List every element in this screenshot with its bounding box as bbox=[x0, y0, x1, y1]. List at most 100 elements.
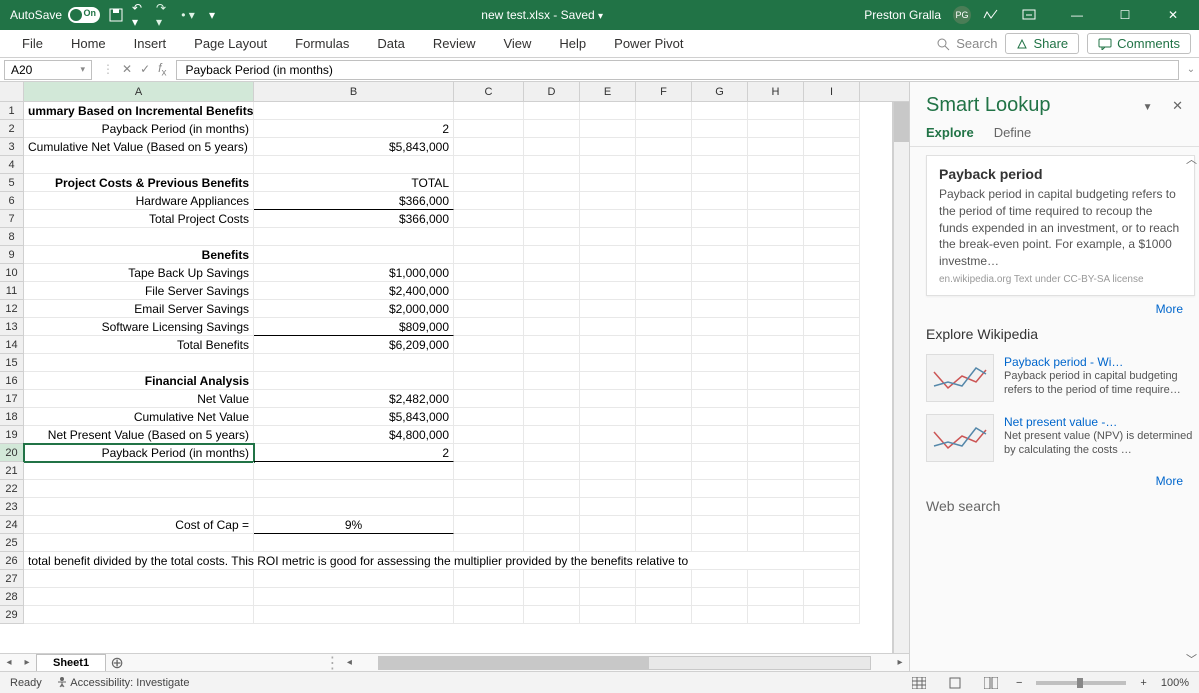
cell[interactable] bbox=[748, 516, 804, 534]
cell[interactable] bbox=[748, 300, 804, 318]
cell[interactable] bbox=[580, 336, 636, 354]
page-layout-view-icon[interactable] bbox=[944, 675, 966, 691]
cell[interactable]: Total Benefits bbox=[24, 336, 254, 354]
pane-scroll-up[interactable]: ︿ bbox=[1186, 151, 1197, 167]
cell[interactable] bbox=[524, 156, 580, 174]
cell[interactable] bbox=[524, 588, 580, 606]
column-header[interactable]: I bbox=[804, 82, 860, 101]
row-header[interactable]: 9 bbox=[0, 246, 24, 264]
cell[interactable] bbox=[804, 570, 860, 588]
sheet-nav-next[interactable]: ▸ bbox=[18, 654, 36, 671]
wiki-link[interactable]: Net present value -… bbox=[1004, 415, 1117, 429]
row-header[interactable]: 18 bbox=[0, 408, 24, 426]
cell[interactable] bbox=[24, 156, 254, 174]
row-header[interactable]: 23 bbox=[0, 498, 24, 516]
cell[interactable] bbox=[692, 390, 748, 408]
cell[interactable]: $2,400,000 bbox=[254, 282, 454, 300]
cell[interactable] bbox=[524, 246, 580, 264]
cell[interactable] bbox=[524, 426, 580, 444]
cell[interactable] bbox=[748, 534, 804, 552]
wiki-link[interactable]: Payback period - Wi… bbox=[1004, 355, 1123, 369]
cell[interactable] bbox=[804, 588, 860, 606]
cell[interactable] bbox=[580, 498, 636, 516]
cell[interactable] bbox=[454, 444, 524, 462]
cell[interactable]: $809,000 bbox=[254, 318, 454, 336]
cell[interactable] bbox=[454, 372, 524, 390]
cell[interactable] bbox=[524, 102, 580, 120]
cell[interactable] bbox=[254, 570, 454, 588]
zoom-in-button[interactable]: + bbox=[1140, 677, 1146, 689]
cell[interactable] bbox=[254, 228, 454, 246]
tab-insert[interactable]: Insert bbox=[120, 30, 181, 57]
cell[interactable] bbox=[636, 246, 692, 264]
row-header[interactable]: 7 bbox=[0, 210, 24, 228]
cell[interactable] bbox=[636, 606, 692, 624]
cell[interactable] bbox=[692, 156, 748, 174]
cell[interactable] bbox=[580, 138, 636, 156]
cell[interactable] bbox=[804, 462, 860, 480]
cell[interactable] bbox=[580, 192, 636, 210]
cell[interactable] bbox=[454, 408, 524, 426]
cell[interactable] bbox=[748, 210, 804, 228]
cell[interactable] bbox=[636, 318, 692, 336]
cell[interactable] bbox=[636, 210, 692, 228]
page-break-view-icon[interactable] bbox=[980, 675, 1002, 691]
cell[interactable]: File Server Savings bbox=[24, 282, 254, 300]
cell[interactable] bbox=[636, 426, 692, 444]
cell[interactable] bbox=[748, 246, 804, 264]
row-header[interactable]: 11 bbox=[0, 282, 24, 300]
cell[interactable] bbox=[580, 318, 636, 336]
search-box[interactable]: Search bbox=[936, 36, 997, 51]
tab-formulas[interactable]: Formulas bbox=[281, 30, 363, 57]
cell[interactable]: Total Project Costs bbox=[24, 210, 254, 228]
row-header[interactable]: 29 bbox=[0, 606, 24, 624]
column-header[interactable]: H bbox=[748, 82, 804, 101]
cell[interactable] bbox=[636, 408, 692, 426]
cell[interactable] bbox=[580, 570, 636, 588]
cell[interactable] bbox=[804, 300, 860, 318]
cell[interactable] bbox=[692, 300, 748, 318]
cell[interactable] bbox=[804, 228, 860, 246]
cell[interactable] bbox=[636, 102, 692, 120]
cell[interactable] bbox=[580, 210, 636, 228]
close-button[interactable]: ✕ bbox=[1155, 0, 1191, 30]
cell[interactable]: $366,000 bbox=[254, 210, 454, 228]
cell[interactable] bbox=[748, 498, 804, 516]
accessibility-status[interactable]: Accessibility: Investigate bbox=[56, 676, 190, 689]
cell[interactable] bbox=[636, 192, 692, 210]
formula-input[interactable]: Payback Period (in months) bbox=[176, 60, 1179, 80]
cell[interactable] bbox=[524, 498, 580, 516]
cell[interactable] bbox=[454, 156, 524, 174]
cell[interactable] bbox=[580, 156, 636, 174]
row-header[interactable]: 24 bbox=[0, 516, 24, 534]
cell[interactable]: Software Licensing Savings bbox=[24, 318, 254, 336]
cell[interactable]: Hardware Appliances bbox=[24, 192, 254, 210]
cell[interactable] bbox=[580, 372, 636, 390]
cell[interactable] bbox=[524, 138, 580, 156]
cell[interactable] bbox=[636, 138, 692, 156]
cell[interactable] bbox=[692, 372, 748, 390]
cell[interactable] bbox=[454, 516, 524, 534]
cell[interactable] bbox=[580, 390, 636, 408]
ribbon-display-icon[interactable] bbox=[1011, 0, 1047, 30]
row-header[interactable]: 1 bbox=[0, 102, 24, 120]
worksheet-grid[interactable]: ABCDEFGHI 1ummary Based on Incremental B… bbox=[0, 82, 909, 671]
tab-power-pivot[interactable]: Power Pivot bbox=[600, 30, 697, 57]
cell[interactable] bbox=[580, 588, 636, 606]
cell[interactable] bbox=[454, 318, 524, 336]
cell[interactable] bbox=[454, 480, 524, 498]
row-header[interactable]: 2 bbox=[0, 120, 24, 138]
cell[interactable] bbox=[636, 390, 692, 408]
cell[interactable] bbox=[524, 570, 580, 588]
cell[interactable] bbox=[524, 192, 580, 210]
cell[interactable] bbox=[636, 372, 692, 390]
cell[interactable] bbox=[748, 102, 804, 120]
cell[interactable] bbox=[580, 606, 636, 624]
cell[interactable]: $5,843,000 bbox=[254, 408, 454, 426]
tab-home[interactable]: Home bbox=[57, 30, 120, 57]
cell[interactable]: $4,800,000 bbox=[254, 426, 454, 444]
wiki-result[interactable]: Net present value -… Net present value (… bbox=[926, 408, 1195, 468]
cell[interactable] bbox=[692, 264, 748, 282]
cell[interactable] bbox=[804, 606, 860, 624]
cell[interactable] bbox=[254, 534, 454, 552]
